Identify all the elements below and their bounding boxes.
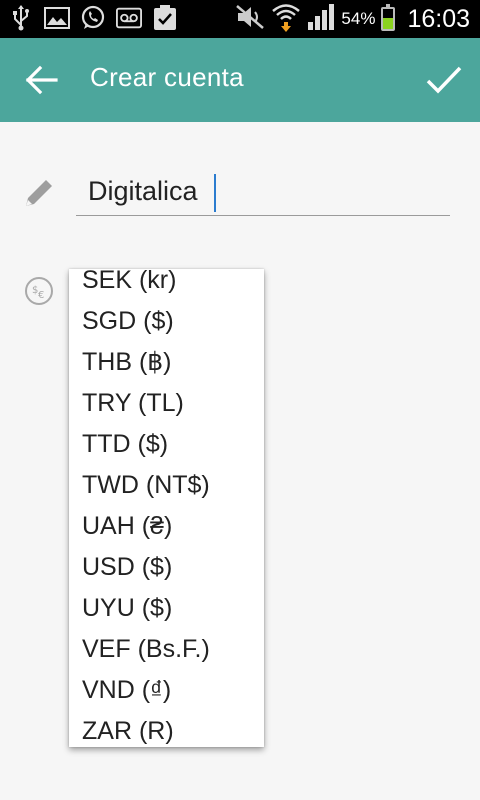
currency-dropdown[interactable]: SEK (kr) SGD ($) THB (฿) TRY (TL) TTD ($) TWD… [69, 269, 264, 747]
currency-option[interactable]: TWD (NT$) [82, 465, 210, 505]
voicemail-icon [116, 5, 142, 31]
currency-option[interactable]: VEF (Bs.F.) [82, 629, 210, 669]
usb-icon [8, 5, 34, 31]
page-title: Crear cuenta [90, 62, 244, 92]
gallery-icon [44, 5, 70, 31]
account-name-input[interactable] [76, 168, 450, 216]
check-icon[interactable] [422, 60, 466, 100]
clock: 16:03 [407, 4, 470, 33]
currency-option[interactable]: UYU ($) [82, 588, 172, 628]
pencil-icon [22, 176, 56, 210]
currency-option[interactable]: VND (₫) [82, 670, 171, 710]
wifi-icon [271, 2, 301, 36]
currency-option[interactable]: ZAR (R) [82, 711, 174, 747]
signal-icon [307, 4, 335, 34]
back-arrow-icon[interactable] [22, 62, 62, 98]
currency-option[interactable]: TTD ($) [82, 424, 168, 464]
currency-option[interactable]: SEK (kr) [82, 269, 176, 300]
mute-icon [235, 4, 265, 34]
whatsapp-icon [80, 5, 106, 31]
battery-icon [381, 4, 396, 31]
currency-option[interactable]: THB (฿) [82, 342, 172, 382]
status-bar: 54% 16:03 [0, 0, 480, 38]
clipboard-icon [152, 5, 178, 31]
svg-text:€: € [38, 290, 44, 301]
currency-icon: $ € [24, 276, 54, 306]
currency-option[interactable]: USD ($) [82, 547, 172, 587]
text-caret [214, 174, 216, 212]
currency-option[interactable]: TRY (TL) [82, 383, 184, 423]
currency-option[interactable]: UAH (₴) [82, 506, 172, 546]
battery-percent: 54% [341, 9, 376, 28]
toolbar: Crear cuenta [0, 38, 480, 122]
currency-option[interactable]: SGD ($) [82, 301, 174, 341]
